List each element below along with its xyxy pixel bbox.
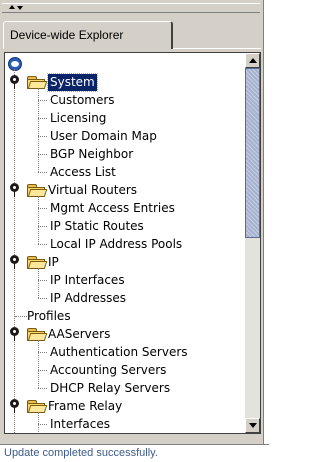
- tree-node-label[interactable]: Profiles: [27, 308, 71, 325]
- tree-connector-line: [38, 136, 47, 137]
- tree-node-label[interactable]: IP Addresses: [50, 290, 126, 307]
- tree-connector-line: [38, 208, 47, 209]
- expand-handle-icon[interactable]: [10, 399, 19, 413]
- expand-handle-icon[interactable]: [10, 183, 19, 197]
- tree-connector-line: [15, 316, 27, 317]
- tree-node-label[interactable]: User Domain Map: [50, 128, 157, 145]
- tree-connector-line: [38, 172, 47, 173]
- tree-node-label[interactable]: DHCP Relay Servers: [50, 380, 170, 397]
- tree-connector-line: [38, 424, 47, 425]
- tree-node-label[interactable]: IP: [48, 254, 59, 271]
- tree-branch-line: [38, 412, 39, 433]
- explorer-window: Device-wide Explorer System Customers Lice…: [0, 0, 264, 444]
- tree-node-label[interactable]: BGP Neighbor: [50, 146, 133, 163]
- folder-open-icon: [27, 328, 48, 341]
- tree-node-label[interactable]: Local IP Address Pools: [50, 236, 182, 253]
- tree-node-label[interactable]: Customers: [50, 92, 115, 109]
- tree-branch-line: [38, 196, 39, 244]
- tree-node-label[interactable]: Interfaces: [50, 416, 110, 433]
- tree-guide-line: [14, 69, 15, 433]
- tab-device-wide-explorer[interactable]: Device-wide Explorer: [3, 21, 173, 49]
- tree-connector-line: [38, 154, 47, 155]
- arrow-up-icon: [249, 58, 257, 63]
- folder-open-icon: [27, 76, 48, 89]
- scroll-down-button[interactable]: [245, 418, 260, 433]
- folder-open-icon: [27, 256, 48, 269]
- tree-connector-line: [38, 370, 47, 371]
- tree-vertical-scrollbar[interactable]: [245, 53, 260, 433]
- expand-handle-icon[interactable]: [10, 327, 19, 341]
- expand-handle-icon[interactable]: [10, 255, 19, 269]
- split-pane-divider[interactable]: [2, 3, 260, 13]
- explorer-tree-panel: System Customers Licensing User Domain Map B…: [4, 52, 261, 434]
- tree-connector-line: [38, 244, 47, 245]
- tree-connector-line: [38, 352, 47, 353]
- collapse-up-icon[interactable]: [9, 5, 15, 9]
- tree-connector-line: [38, 280, 47, 281]
- tree-node-label[interactable]: Licensing: [50, 110, 106, 127]
- network-globe-icon[interactable]: [8, 57, 22, 71]
- tree-node-label[interactable]: AAServers: [48, 326, 110, 343]
- tree-connector-line: [38, 298, 47, 299]
- tree-connector-line: [38, 388, 47, 389]
- tree: System Customers Licensing User Domain Map B…: [5, 53, 245, 433]
- scroll-thumb[interactable]: [245, 68, 260, 238]
- tree-branch-line: [38, 340, 39, 388]
- tree-node-label[interactable]: Frame Relay: [48, 398, 122, 415]
- expand-handle-icon[interactable]: [10, 75, 19, 89]
- tree-node-label[interactable]: Accounting Servers: [50, 362, 166, 379]
- tree-branch-line: [38, 88, 39, 172]
- tree-node-label[interactable]: Authentication Servers: [50, 344, 188, 361]
- tree-node-label[interactable]: IP Interfaces: [50, 272, 125, 289]
- status-bar: Update completed successfully.: [0, 444, 269, 462]
- tree-branch-line: [38, 268, 39, 298]
- tree-connector-line: [38, 118, 47, 119]
- folder-open-icon: [27, 184, 48, 197]
- tree-node-label[interactable]: Mgmt Access Entries: [50, 200, 175, 217]
- tree-node-label[interactable]: System: [47, 73, 98, 92]
- arrow-down-icon: [249, 423, 257, 428]
- tree-node-label[interactable]: Access List: [50, 164, 116, 181]
- tree-node-label[interactable]: IP Static Routes: [50, 218, 144, 235]
- tree-node-label[interactable]: Virtual Routers: [48, 182, 137, 199]
- folder-open-icon: [27, 400, 48, 413]
- tree-connector-line: [38, 100, 47, 101]
- tree-connector-line: [38, 226, 47, 227]
- scroll-up-button[interactable]: [245, 53, 260, 68]
- expand-down-icon[interactable]: [17, 6, 23, 10]
- tab-strip-edge: [173, 48, 261, 49]
